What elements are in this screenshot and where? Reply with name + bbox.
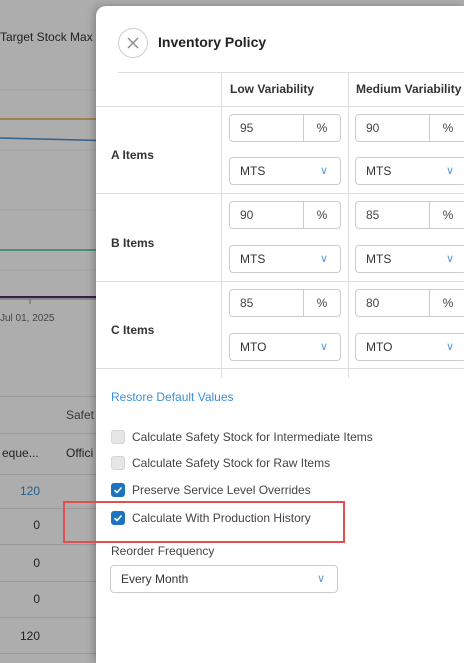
percent-unit: % <box>442 296 454 310</box>
percent-unit: % <box>316 208 328 222</box>
stock-type-select-c-low[interactable]: MTO ∨ <box>229 333 341 361</box>
chevron-down-icon: ∨ <box>319 341 328 353</box>
stock-type-value: MTO <box>240 340 267 354</box>
service-level-b-low[interactable]: 90 % <box>229 201 341 229</box>
percent-unit: % <box>316 296 328 310</box>
stock-type-value: MTS <box>240 164 266 178</box>
stock-type-value: MTS <box>366 252 392 266</box>
service-level-a-low[interactable]: 95 % <box>229 114 341 142</box>
highlight-box <box>63 501 345 543</box>
table-divider <box>118 72 464 73</box>
inventory-policy-panel: Inventory Policy Low Variability Medium … <box>96 6 464 663</box>
column-header-low: Low Variability <box>230 82 315 96</box>
restore-defaults-link[interactable]: Restore Default Values <box>111 390 234 404</box>
service-level-value[interactable]: 85 <box>230 290 304 316</box>
percent-unit: % <box>442 208 454 222</box>
reorder-frequency-value: Every Month <box>121 572 189 586</box>
stock-type-value: MTS <box>366 164 392 178</box>
chevron-down-icon: ∨ <box>319 253 328 265</box>
stock-type-value: MTO <box>366 340 393 354</box>
chevron-down-icon: ∨ <box>316 573 325 585</box>
service-level-value[interactable]: 85 <box>356 202 430 228</box>
chevron-down-icon: ∨ <box>445 253 454 265</box>
column-divider <box>221 72 222 378</box>
column-header-medium: Medium Variability <box>356 82 462 96</box>
checkbox-row-raw[interactable]: Calculate Safety Stock for Raw Items <box>111 456 330 470</box>
service-level-value[interactable]: 90 <box>356 115 430 141</box>
table-divider <box>96 281 464 282</box>
row-label-c-items: C Items <box>111 323 155 337</box>
chevron-down-icon: ∨ <box>319 165 328 177</box>
checkbox-label: Calculate Safety Stock for Intermediate … <box>132 430 373 444</box>
close-button[interactable] <box>118 28 148 58</box>
service-level-c-medium[interactable]: 80 % <box>355 289 464 317</box>
chevron-down-icon: ∨ <box>445 341 454 353</box>
checkbox[interactable] <box>111 456 125 470</box>
checkbox-row-preserve-overrides[interactable]: Preserve Service Level Overrides <box>111 483 311 497</box>
reorder-frequency-label: Reorder Frequency <box>111 544 215 558</box>
percent-unit: % <box>316 121 328 135</box>
row-label-a-items: A Items <box>111 148 154 162</box>
chevron-down-icon: ∨ <box>445 165 454 177</box>
checkbox-row-intermediate[interactable]: Calculate Safety Stock for Intermediate … <box>111 430 373 444</box>
stock-type-value: MTS <box>240 252 266 266</box>
column-divider <box>348 72 349 378</box>
stock-type-select-b-low[interactable]: MTS ∨ <box>229 245 341 273</box>
stock-type-select-b-medium[interactable]: MTS ∨ <box>355 245 464 273</box>
service-level-b-medium[interactable]: 85 % <box>355 201 464 229</box>
service-level-a-medium[interactable]: 90 % <box>355 114 464 142</box>
service-level-c-low[interactable]: 85 % <box>229 289 341 317</box>
service-level-value[interactable]: 80 <box>356 290 430 316</box>
stock-type-select-a-medium[interactable]: MTS ∨ <box>355 157 464 185</box>
table-divider <box>96 106 464 107</box>
table-divider <box>96 193 464 194</box>
service-level-value[interactable]: 95 <box>230 115 304 141</box>
percent-unit: % <box>442 121 454 135</box>
row-label-b-items: B Items <box>111 236 155 250</box>
checkbox-checked[interactable] <box>111 483 125 497</box>
checkbox-label: Calculate Safety Stock for Raw Items <box>132 456 331 470</box>
checkbox[interactable] <box>111 430 125 444</box>
stock-type-select-a-low[interactable]: MTS ∨ <box>229 157 341 185</box>
panel-title: Inventory Policy <box>158 34 267 50</box>
service-level-value[interactable]: 90 <box>230 202 304 228</box>
reorder-frequency-select[interactable]: Every Month ∨ <box>110 565 338 593</box>
stock-type-select-c-medium[interactable]: MTO ∨ <box>355 333 464 361</box>
checkmark-icon <box>113 486 123 494</box>
close-icon <box>127 37 139 49</box>
table-divider <box>96 368 464 369</box>
checkbox-label: Preserve Service Level Overrides <box>132 483 311 497</box>
